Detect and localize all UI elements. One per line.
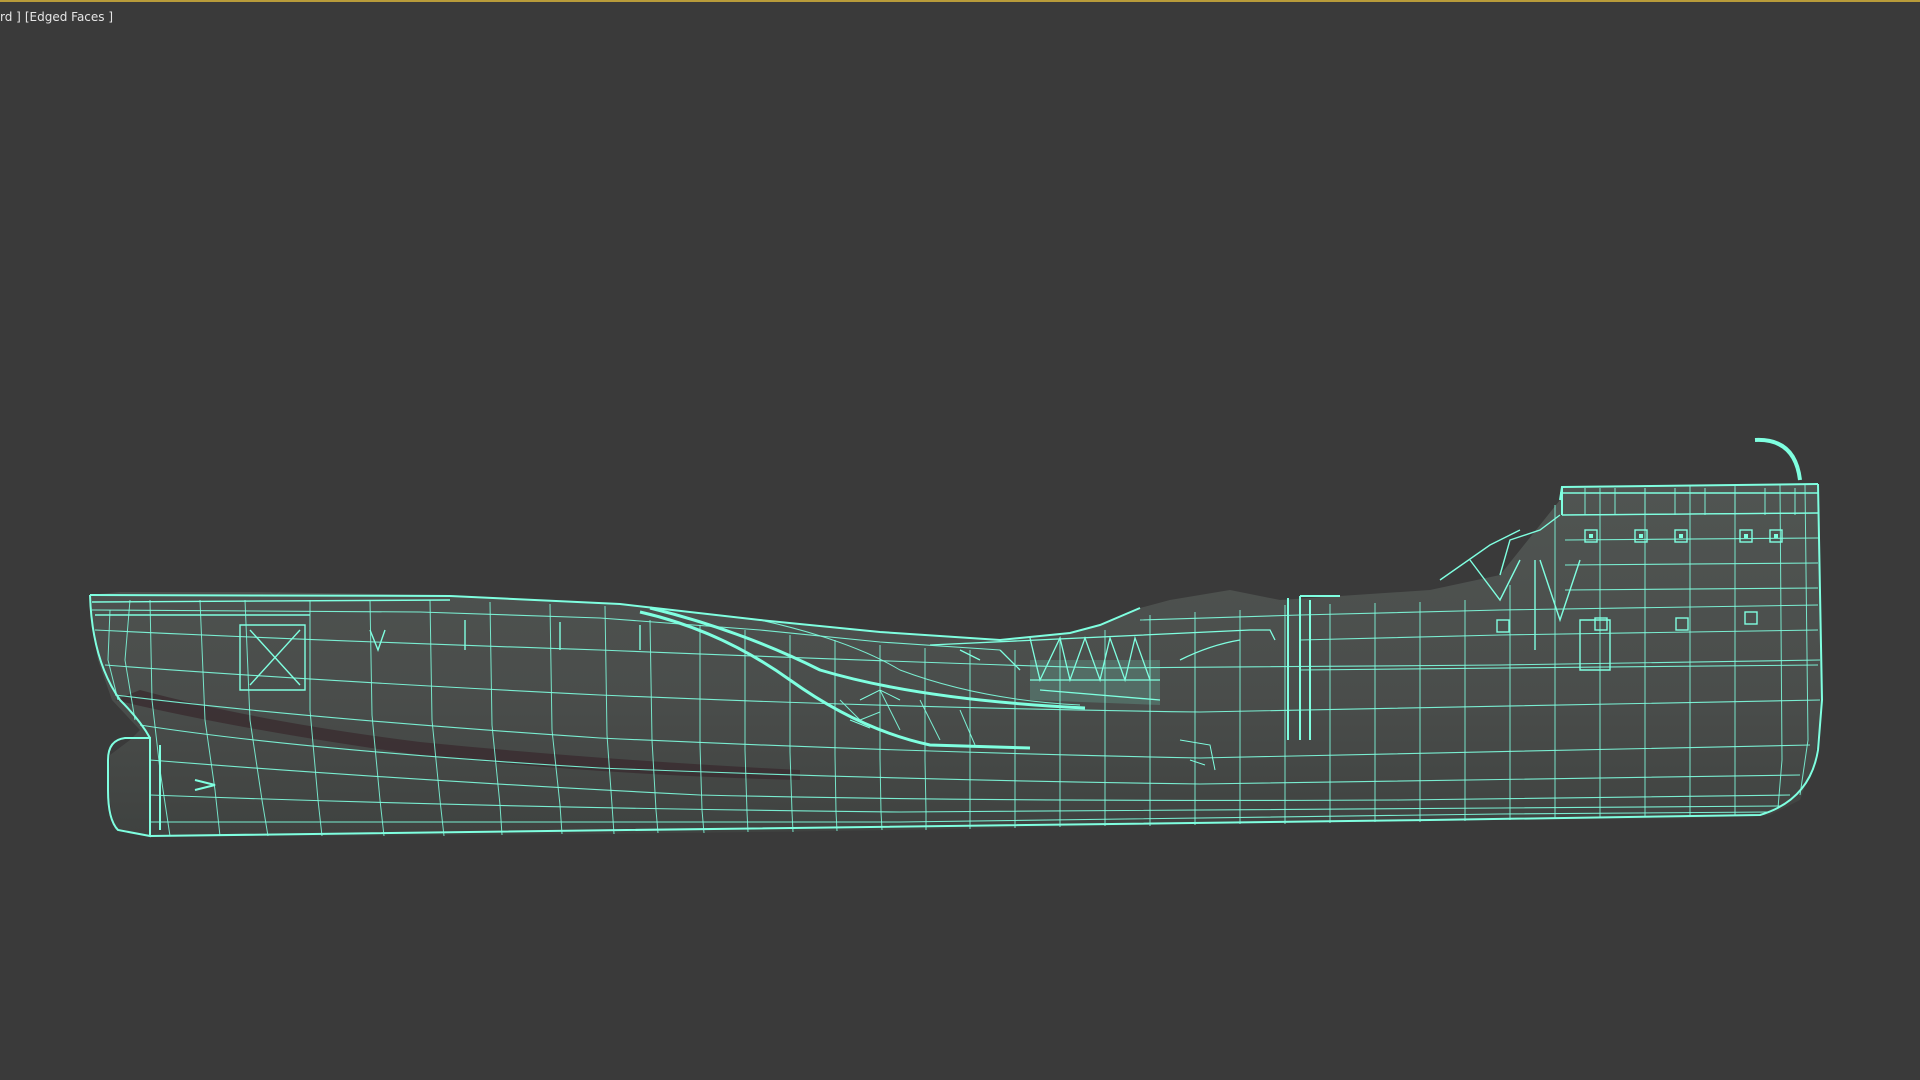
perspective-viewport[interactable]: rd ] [Edged Faces ]: [0, 0, 1920, 1080]
hull-body: [90, 484, 1822, 836]
truss-fill: [1030, 660, 1160, 705]
ship-model[interactable]: [0, 0, 1920, 1080]
